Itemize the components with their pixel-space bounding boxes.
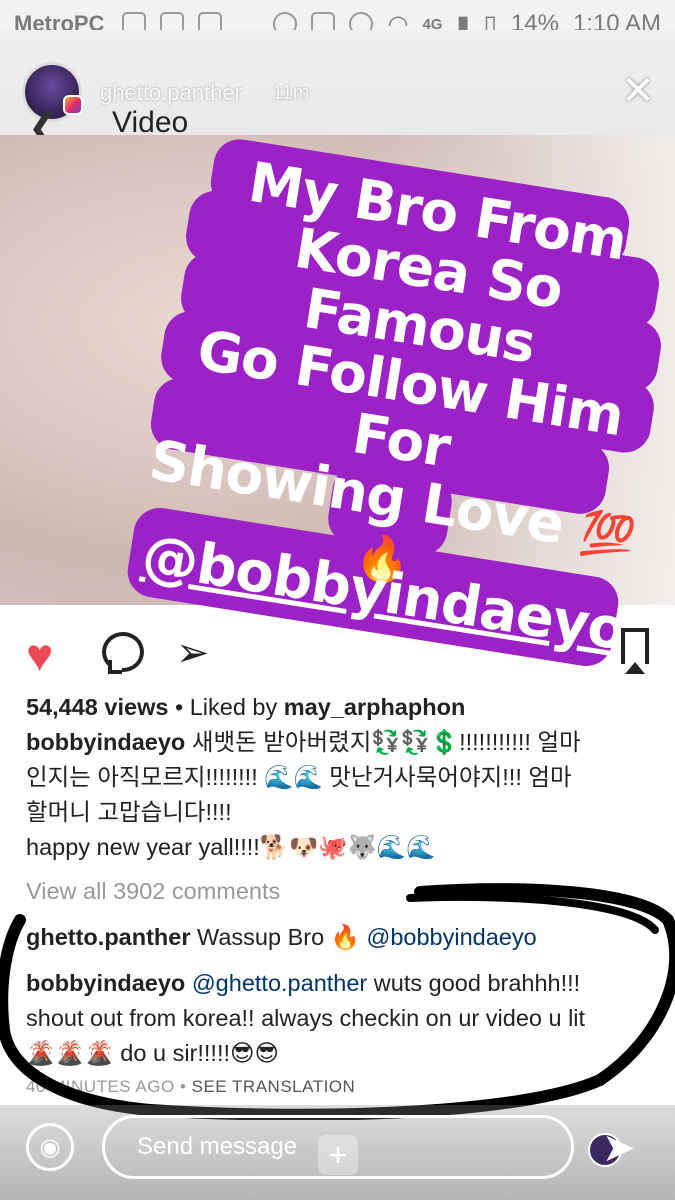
comment-text: shout out from korea!! always checkin on… [26, 1005, 586, 1031]
caption-username[interactable]: bobbyindaeyo [26, 729, 185, 755]
comment-icon[interactable] [102, 632, 144, 674]
meta-separator: • [174, 1077, 192, 1096]
comment-item: bobbyindaeyo @ghetto.panther wuts good b… [26, 966, 656, 1071]
comment-username[interactable]: ghetto.panther [26, 924, 191, 950]
post-actions: ♥ ➢ [0, 620, 675, 684]
add-icon: + [318, 1135, 358, 1175]
comment-username[interactable]: bobbyindaeyo [26, 970, 185, 996]
likes-line: 54,448 views • Liked by may_arphaphon [26, 690, 656, 725]
comment-text: Wassup Bro 🔥 [190, 924, 367, 950]
send-icon[interactable]: ➤ [602, 1125, 636, 1171]
caption-text: 인지는 아직모르지!!!!!!!! 🌊🌊 맛난거사묵어야지!!! 엄마 [26, 764, 572, 790]
comment-meta: 40 MINUTES AGO • SEE TRANSLATION [26, 1077, 355, 1097]
caption-body: bobbyindaeyo 새뱃돈 받아버렸지💱💱💲!!!!!!!!!!! 얼마 … [26, 725, 656, 865]
caption-text: 새뱃돈 받아버렸지💱💱💲!!!!!!!!!!! 얼마 [185, 729, 581, 755]
views-count[interactable]: 54,448 views [26, 694, 168, 720]
liked-by-user[interactable]: may_arphaphon [284, 694, 466, 720]
like-heart-icon[interactable]: ♥ [26, 628, 53, 682]
comment-mention[interactable]: @ghetto.panther [192, 970, 367, 996]
comment-time: 40 MINUTES AGO [26, 1077, 175, 1096]
see-translation-link[interactable]: SEE TRANSLATION [192, 1077, 356, 1096]
comment-text: 🌋🌋🌋 do u sir!!!!!😎😎 [26, 1040, 280, 1066]
reply-bar: ◉ Send message + ➤ [0, 1105, 675, 1200]
hundred-icon: 💯 [576, 506, 638, 566]
caption-text: happy new year yall!!!!🐕🐶🐙🐺🌊🌊 [26, 834, 436, 860]
bookmark-icon[interactable] [621, 628, 649, 674]
share-icon[interactable]: ➢ [176, 630, 210, 676]
post-caption: 54,448 views • Liked by may_arphaphon bo… [26, 690, 656, 865]
comment-text: wuts good brahhh!!! [367, 970, 581, 996]
comment-item: ghetto.panther Wassup Bro 🔥 @bobbyindaey… [26, 920, 656, 955]
view-all-comments-link[interactable]: View all 3902 comments [26, 878, 280, 905]
comment-mention[interactable]: @bobbyindaeyo [366, 924, 536, 950]
camera-icon[interactable]: ◉ [26, 1123, 74, 1171]
caption-text: 할머니 고맙습니다!!!! [26, 799, 232, 825]
liked-by-prefix: • Liked by [168, 694, 284, 720]
